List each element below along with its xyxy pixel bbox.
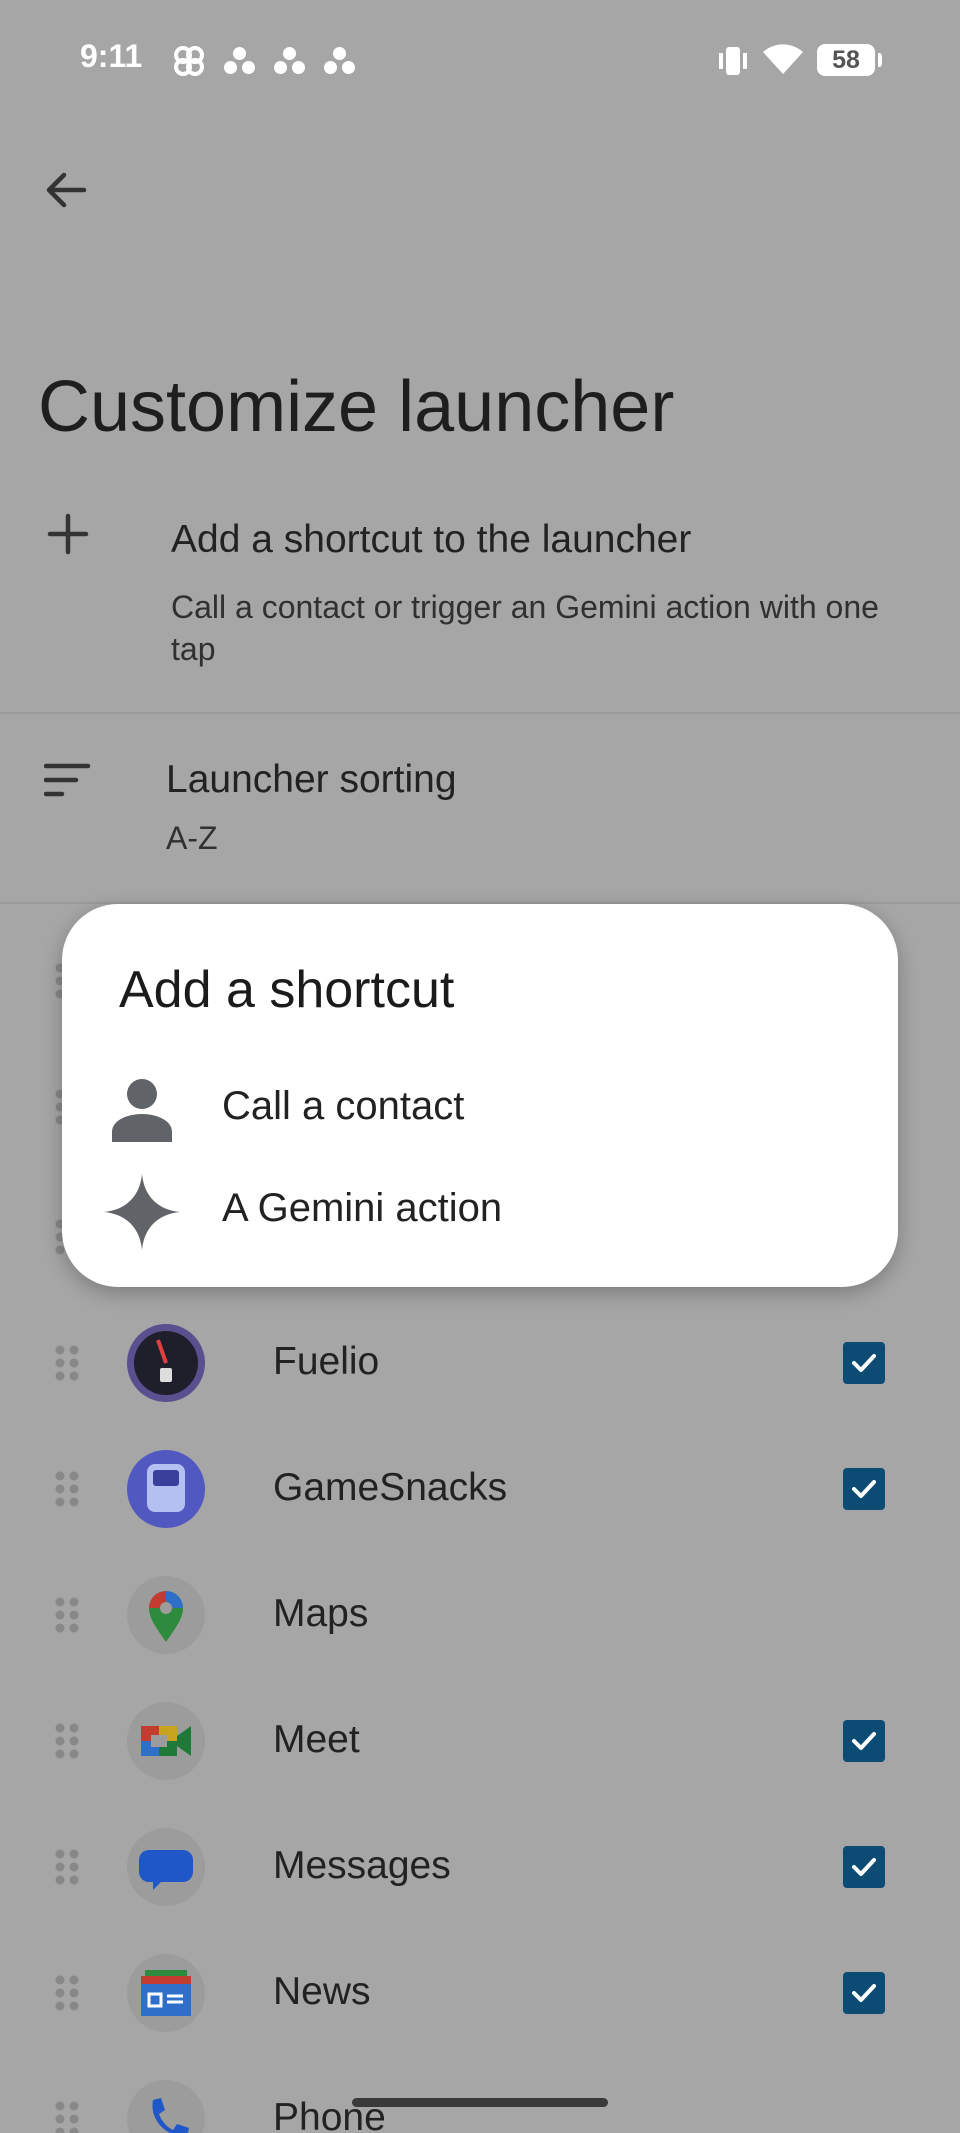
vibrate-icon <box>719 47 747 75</box>
wifi-icon <box>763 44 803 74</box>
drag-handle-icon[interactable] <box>54 1722 80 1760</box>
app-checkbox[interactable] <box>843 1342 885 1384</box>
app-notification-icon <box>224 47 256 75</box>
drag-handle-icon[interactable] <box>54 1470 80 1508</box>
launcher-sorting-title: Launcher sorting <box>166 758 457 801</box>
list-item-maps[interactable]: Maps <box>0 1552 960 1678</box>
launcher-sorting-row[interactable]: Launcher sorting A-Z <box>0 720 960 900</box>
add-shortcut-subtitle: Call a contact or trigger an Gemini acti… <box>171 589 879 667</box>
add-shortcut-dialog: Add a shortcut Call a contact A Gemini a… <box>62 904 898 1287</box>
app-label: GameSnacks <box>273 1466 508 1509</box>
sort-icon <box>44 763 91 797</box>
add-shortcut-row[interactable]: Add a shortcut to the launcher Call a co… <box>0 500 960 710</box>
app-notification-icon <box>274 47 306 75</box>
gesture-nav-bar[interactable] <box>352 2098 608 2107</box>
dialog-title: Add a shortcut <box>119 961 455 1019</box>
messages-app-icon <box>127 1828 205 1906</box>
meet-app-icon <box>127 1702 205 1780</box>
add-shortcut-title: Add a shortcut to the launcher <box>171 518 692 561</box>
phone-app-icon <box>127 2080 205 2133</box>
app-checkbox[interactable] <box>843 1468 885 1510</box>
drag-handle-icon[interactable] <box>54 1974 80 2012</box>
drag-handle-icon[interactable] <box>54 2100 80 2133</box>
list-item-fuelio[interactable]: Fuelio <box>0 1300 960 1426</box>
app-notification-icon <box>324 47 356 75</box>
battery-indicator: 58 <box>817 44 882 76</box>
list-item-meet[interactable]: Meet <box>0 1678 960 1804</box>
call-contact-option[interactable]: Call a contact <box>62 1060 898 1160</box>
news-app-icon <box>127 1954 205 2032</box>
page-title: Customize launcher <box>38 367 675 447</box>
app-label: Messages <box>273 1844 451 1887</box>
maps-app-icon <box>127 1576 205 1654</box>
gamesnacks-app-icon <box>127 1450 205 1528</box>
launcher-sorting-value: A-Z <box>166 820 218 856</box>
drag-handle-icon[interactable] <box>54 1344 80 1382</box>
list-item-news[interactable]: News <box>0 1930 960 2056</box>
drag-handle-icon[interactable] <box>54 1596 80 1634</box>
app-checkbox[interactable] <box>843 1720 885 1762</box>
divider <box>0 712 960 714</box>
list-item-phone[interactable]: Phone <box>0 2056 960 2133</box>
list-item-gamesnacks[interactable]: GameSnacks <box>0 1426 960 1552</box>
drag-handle-icon[interactable] <box>54 1848 80 1886</box>
app-checkbox[interactable] <box>843 1846 885 1888</box>
check-icon <box>852 1984 876 2002</box>
status-time: 9:11 <box>80 38 143 74</box>
check-icon <box>852 1354 876 1372</box>
gemini-sparkle-icon <box>104 1174 180 1250</box>
plus-icon <box>47 513 89 555</box>
app-label: Meet <box>273 1718 360 1761</box>
app-label: Maps <box>273 1592 369 1635</box>
notification-icons <box>172 44 356 78</box>
gemini-action-option[interactable]: A Gemini action <box>62 1162 898 1262</box>
back-arrow-icon[interactable] <box>38 162 94 218</box>
gemini-action-label: A Gemini action <box>222 1186 503 1230</box>
fuelio-app-icon <box>127 1324 205 1402</box>
check-icon <box>852 1480 876 1498</box>
pinwheel-icon <box>174 46 204 76</box>
app-label: News <box>273 1970 371 2013</box>
call-contact-label: Call a contact <box>222 1084 465 1128</box>
app-label: Fuelio <box>273 1340 380 1383</box>
app-checkbox[interactable] <box>843 1972 885 2014</box>
person-icon <box>112 1079 172 1142</box>
check-icon <box>852 1858 876 1876</box>
list-item-messages[interactable]: Messages <box>0 1804 960 1930</box>
check-icon <box>852 1732 876 1750</box>
